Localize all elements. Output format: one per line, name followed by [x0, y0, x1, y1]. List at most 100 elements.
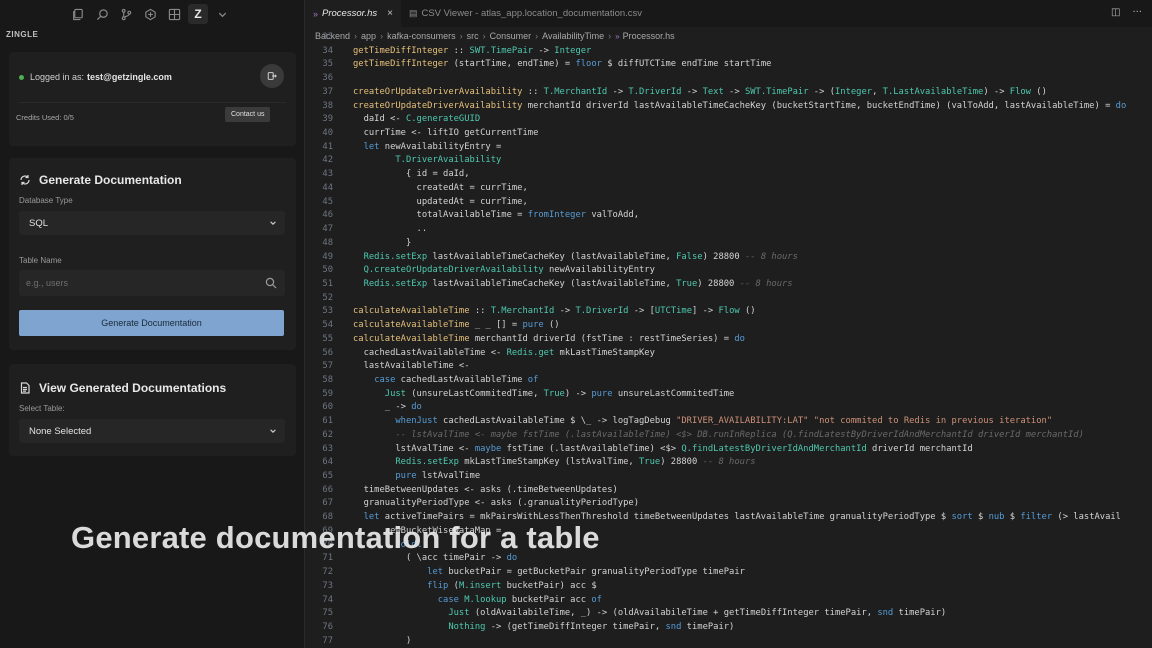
code-text: pure lstAvalTime [395, 471, 481, 482]
search-icon[interactable] [92, 4, 112, 24]
code-text: calculateAvailableTime :: T.MerchantId -… [353, 306, 756, 317]
code-text: totalAvailableTime = fromInteger valToAd… [353, 210, 640, 221]
code-text: Just (unsureLastCommitedTime, True) -> p… [384, 388, 735, 399]
line-number: 57 [322, 361, 333, 372]
editor-actions: ◫ ··· [1111, 7, 1142, 18]
generate-title-text: Generate Documentation [39, 173, 182, 187]
database-type-label: Database Type [19, 196, 73, 205]
breadcrumb-item[interactable]: kafka-consumers [387, 31, 456, 41]
source-control-icon[interactable] [116, 4, 136, 24]
line-number: 47 [322, 224, 333, 235]
extensions-icon[interactable] [164, 4, 184, 24]
line-number: 38 [322, 100, 333, 111]
code-text: { id = daId, [353, 169, 470, 180]
breadcrumb-item[interactable]: src [467, 31, 479, 41]
zingle-logo-icon[interactable]: Z [188, 4, 208, 24]
line-number: 52 [322, 292, 333, 303]
code-text: getTimeDiffInteger (startTime, endTime) … [353, 59, 772, 70]
line-number: 62 [322, 429, 333, 440]
close-icon[interactable]: × [387, 8, 393, 19]
tab-csv-viewer[interactable]: ▤ CSV Viewer - atlas_app.location_docume… [401, 0, 650, 27]
activity-bar: Z [0, 0, 305, 28]
split-editor-icon[interactable]: ◫ [1111, 7, 1120, 18]
code-text: T.DriverAvailability [395, 155, 502, 166]
divider [19, 102, 286, 103]
code-text: Q.createOrUpdateDriverAvailability newAv… [363, 265, 655, 276]
line-number: 33 [322, 32, 333, 42]
breadcrumb-item[interactable]: Processor.hs [623, 31, 675, 41]
line-number: 61 [322, 416, 333, 427]
code-text: .. [353, 224, 428, 235]
code-text: Redis.setExp mkLastTimeStampKey (lstAval… [395, 457, 756, 468]
line-number: 58 [322, 375, 333, 385]
database-type-select[interactable]: SQL [19, 211, 285, 235]
logout-button[interactable] [260, 64, 284, 88]
line-number: 63 [322, 443, 333, 454]
code-text: Redis.setExp lastAvailableTimeCacheKey (… [363, 251, 798, 262]
preview-icon: ▤ [408, 8, 418, 18]
search-icon [265, 277, 277, 289]
code-text: case M.lookup bucketPair acc of [437, 594, 602, 605]
line-number: 34 [322, 45, 333, 56]
code-text: ) [353, 635, 412, 646]
line-number: 55 [322, 333, 333, 344]
line-number: 49 [322, 251, 333, 262]
login-prefix: Logged in as: [30, 72, 85, 82]
line-number: 65 [322, 471, 333, 482]
code-text: getTimeDiffInteger :: SWT.TimePair -> In… [353, 45, 592, 56]
line-number: 66 [322, 484, 333, 495]
code-text: } [353, 237, 412, 248]
database-type-value: SQL [29, 217, 49, 229]
tab-processor-hs[interactable]: » Processor.hs × [305, 0, 401, 27]
line-number: 50 [322, 265, 333, 276]
line-number: 41 [322, 141, 333, 152]
code-text: lstAvalTime <- maybe fstTime (.lastAvail… [353, 443, 973, 454]
haskell-file-icon: » [313, 8, 319, 19]
chevron-down-icon[interactable] [212, 4, 232, 24]
login-status: Logged in as: test@getzingle.com [19, 72, 172, 82]
breadcrumb-item[interactable]: app [361, 31, 376, 41]
editor-tabbar: » Processor.hs × ▤ CSV Viewer - atlas_ap… [305, 0, 1152, 27]
select-table-dropdown[interactable]: None Selected [19, 419, 285, 443]
select-table-value: None Selected [29, 425, 92, 437]
table-name-input[interactable]: e.g., users [19, 270, 285, 296]
line-number: 76 [322, 621, 333, 632]
code-text: calculateAvailableTime merchantId driver… [353, 333, 745, 344]
line-number: 45 [322, 196, 333, 207]
document-icon [20, 382, 30, 394]
table-name-placeholder: e.g., users [26, 278, 69, 288]
line-number: 43 [322, 169, 333, 180]
line-number: 46 [322, 210, 333, 221]
generate-section-title: Generate Documentation [19, 173, 182, 187]
line-number: 53 [322, 306, 333, 317]
code-text: timeBetweenUpdates <- asks (.timeBetween… [353, 484, 618, 495]
line-number: 40 [322, 128, 333, 139]
code-text: _ -> do [353, 402, 422, 413]
breadcrumb-item[interactable]: Consumer [490, 31, 532, 41]
chevron-down-icon [270, 221, 276, 225]
chevron-down-icon [270, 429, 276, 433]
line-number: 44 [322, 182, 333, 193]
code-text: Nothing -> (getTimeDiffInteger timePair,… [448, 621, 735, 632]
refresh-icon [20, 175, 30, 185]
breadcrumb-item[interactable]: AvailabilityTime [542, 31, 604, 41]
debug-icon[interactable] [140, 4, 160, 24]
more-actions-icon[interactable]: ··· [1132, 7, 1142, 18]
code-text: createOrUpdateDriverAvailability :: T.Me… [353, 86, 1047, 97]
line-number: 35 [322, 59, 333, 70]
line-number: 59 [322, 388, 333, 399]
line-number: 54 [322, 320, 333, 331]
files-icon[interactable] [68, 4, 88, 24]
code-text: let bucketPair = getBucketPair granualit… [427, 567, 745, 578]
contact-us-button[interactable]: Contact us [225, 107, 271, 122]
logout-icon [267, 72, 277, 80]
line-number: 77 [322, 635, 333, 646]
account-card: Logged in as: test@getzingle.com [9, 52, 296, 146]
line-number: 36 [322, 73, 333, 84]
breadcrumb: Backend › app › kafka-consumers › src › Cons… [315, 31, 675, 41]
generate-documentation-button[interactable]: Generate Documentation [19, 310, 284, 336]
panel-title: ZINGLE [6, 30, 39, 39]
code-text: Just (oldAvailabileTime, _) -> (oldAvail… [448, 608, 947, 619]
code-text: whenJust cachedLastAvailableTime $ \_ ->… [395, 416, 1053, 427]
code-text: createdAt = currTime, [353, 182, 528, 193]
